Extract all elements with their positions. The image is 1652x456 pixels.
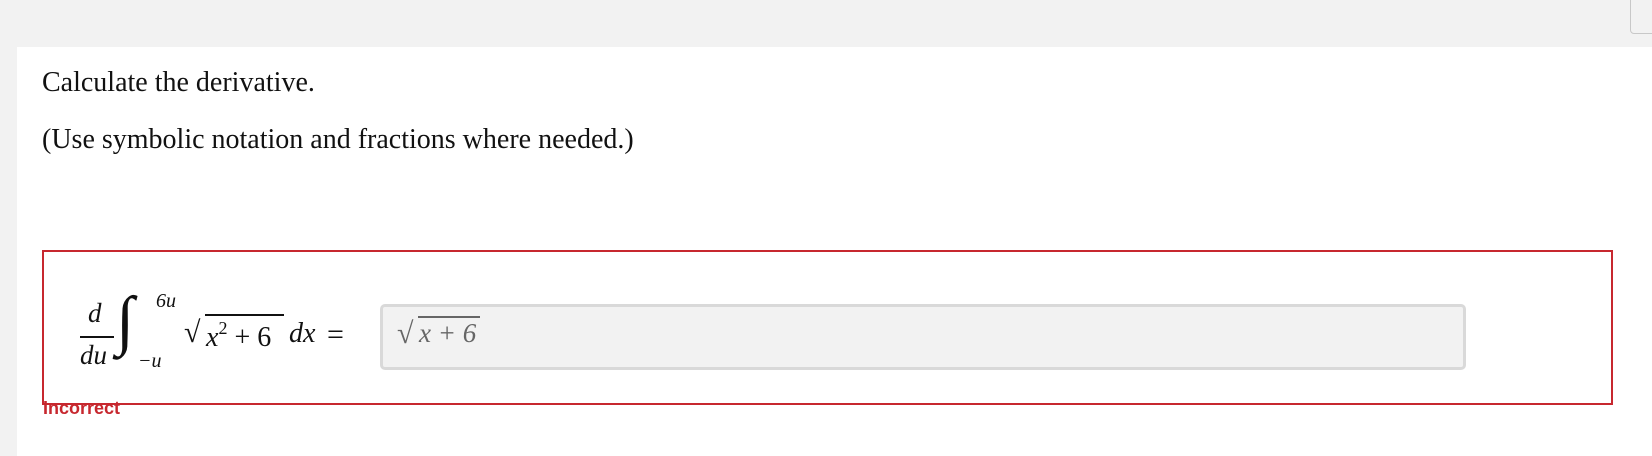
fraction-bar	[80, 336, 114, 338]
answer-box: d du ∫ 6u −u √ x2 + 6 dx = √ x + 6	[42, 250, 1613, 405]
differential: dx	[289, 318, 316, 349]
integral-upper-limit: 6u	[156, 290, 176, 312]
answer-input[interactable]: √ x + 6	[380, 304, 1466, 370]
question-card: Calculate the derivative. (Use symbolic …	[17, 47, 1652, 456]
sqrt-icon: √	[184, 316, 201, 349]
radicand-bar	[205, 314, 284, 316]
answer-sqrt-icon: √	[397, 317, 414, 350]
integral-sign: ∫	[116, 284, 135, 357]
integral-lower-limit: −u	[138, 350, 162, 372]
question-hint: (Use symbolic notation and fractions whe…	[42, 124, 634, 155]
corner-tab[interactable]	[1630, 0, 1652, 34]
question-instruction: Calculate the derivative.	[42, 67, 315, 98]
radicand-base: x	[206, 322, 219, 353]
radicand-rest: + 6	[227, 322, 272, 353]
equals-sign: =	[327, 318, 344, 351]
derivative-numerator: d	[88, 298, 102, 328]
answer-radicand: x + 6	[419, 318, 477, 348]
integrand-radicand: x2 + 6	[206, 318, 271, 354]
feedback-status: Incorrect	[43, 398, 121, 418]
derivative-denominator: du	[80, 340, 107, 370]
